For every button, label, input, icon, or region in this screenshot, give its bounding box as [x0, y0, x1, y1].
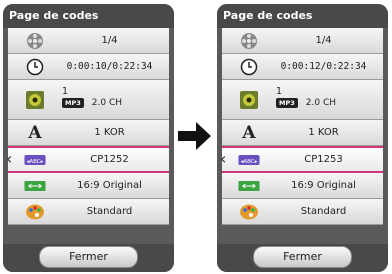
option-row-time[interactable]: 0:00:10/0:22:34: [8, 54, 169, 80]
subtitle-value: 1 KOR: [94, 127, 125, 138]
option-row-audio[interactable]: 1 MP3 2.0 CH: [222, 80, 383, 120]
chevron-left-icon[interactable]: ‹: [6, 150, 12, 168]
option-row-codepage[interactable]: ‹ ◂ABC▸ CP1252: [6, 146, 169, 173]
abc-icon: ◂ABC▸: [238, 151, 260, 169]
palette-icon: [238, 203, 260, 221]
speaker-icon: [238, 90, 260, 109]
audio-channels: 2.0 CH: [305, 98, 336, 108]
right-arrow-icon: [178, 122, 211, 150]
codepage-value: CP1252: [90, 154, 129, 165]
audio-info: 1 MP3 2.0 CH: [62, 86, 122, 109]
option-row-title[interactable]: 1/4: [222, 28, 383, 54]
audio-info: 1 MP3 2.0 CH: [276, 86, 336, 109]
panel-footer: Fermer: [3, 244, 174, 272]
letter-a-icon: A: [242, 122, 256, 143]
audio-track: 1: [62, 86, 69, 97]
picture-mode-value: Standard: [300, 206, 347, 217]
panel-title: Page de codes: [217, 4, 388, 28]
options-panel-before: Page de codes 1/4 0:00:10/0:22:34 1 MP3 2…: [3, 4, 174, 272]
palette-icon: [24, 203, 46, 221]
option-row-picture-mode[interactable]: Standard: [222, 199, 383, 225]
clock-icon: [24, 58, 46, 76]
audio-codec: MP3: [62, 98, 84, 108]
letter-a-icon: A: [28, 122, 42, 143]
speaker-icon: [24, 90, 46, 109]
options-panel-after: Page de codes 1/4 0:00:12/0:22:34 1 MP3 2…: [217, 4, 388, 272]
picture-size-value: 16:9 Original: [291, 180, 356, 191]
option-row-picture-size[interactable]: 16:9 Original: [8, 173, 169, 199]
option-row-audio[interactable]: 1 MP3 2.0 CH: [8, 80, 169, 120]
audio-track: 1: [276, 86, 283, 97]
close-button[interactable]: Fermer: [253, 246, 352, 268]
title-value: 1/4: [315, 35, 332, 46]
option-row-time[interactable]: 0:00:12/0:22:34: [222, 54, 383, 80]
time-value: 0:00:10/0:22:34: [66, 61, 153, 72]
clock-icon: [238, 58, 260, 76]
codepage-value: CP1253: [304, 154, 343, 165]
time-value: 0:00:12/0:22:34: [280, 61, 367, 72]
option-row-title[interactable]: 1/4: [8, 28, 169, 54]
svg-text:◂ABC▸: ◂ABC▸: [241, 158, 258, 164]
subtitle-value: 1 KOR: [308, 127, 339, 138]
picture-size-value: 16:9 Original: [77, 180, 142, 191]
title-value: 1/4: [101, 35, 118, 46]
audio-channels: 2.0 CH: [91, 98, 122, 108]
option-list: 1/4 0:00:10/0:22:34 1 MP3 2.0 CH A 1 KOR …: [6, 28, 169, 225]
option-row-subtitle[interactable]: A 1 KOR: [8, 120, 169, 146]
film-reel-icon: [24, 32, 46, 50]
svg-text:◂ABC▸: ◂ABC▸: [27, 158, 44, 164]
audio-codec: MP3: [276, 98, 298, 108]
panel-title: Page de codes: [3, 4, 174, 28]
option-row-subtitle[interactable]: A 1 KOR: [222, 120, 383, 146]
option-list: 1/4 0:00:12/0:22:34 1 MP3 2.0 CH A 1 KOR …: [220, 28, 383, 225]
panel-footer: Fermer: [217, 244, 388, 272]
picture-mode-value: Standard: [86, 206, 133, 217]
film-reel-icon: [238, 32, 260, 50]
aspect-ratio-icon: [238, 177, 260, 195]
close-button[interactable]: Fermer: [39, 246, 138, 268]
aspect-ratio-icon: [24, 177, 46, 195]
option-row-codepage[interactable]: ‹ ◂ABC▸ CP1253: [220, 146, 383, 173]
chevron-left-icon[interactable]: ‹: [220, 150, 226, 168]
option-row-picture-mode[interactable]: Standard: [8, 199, 169, 225]
abc-icon: ◂ABC▸: [24, 151, 46, 169]
option-row-picture-size[interactable]: 16:9 Original: [222, 173, 383, 199]
